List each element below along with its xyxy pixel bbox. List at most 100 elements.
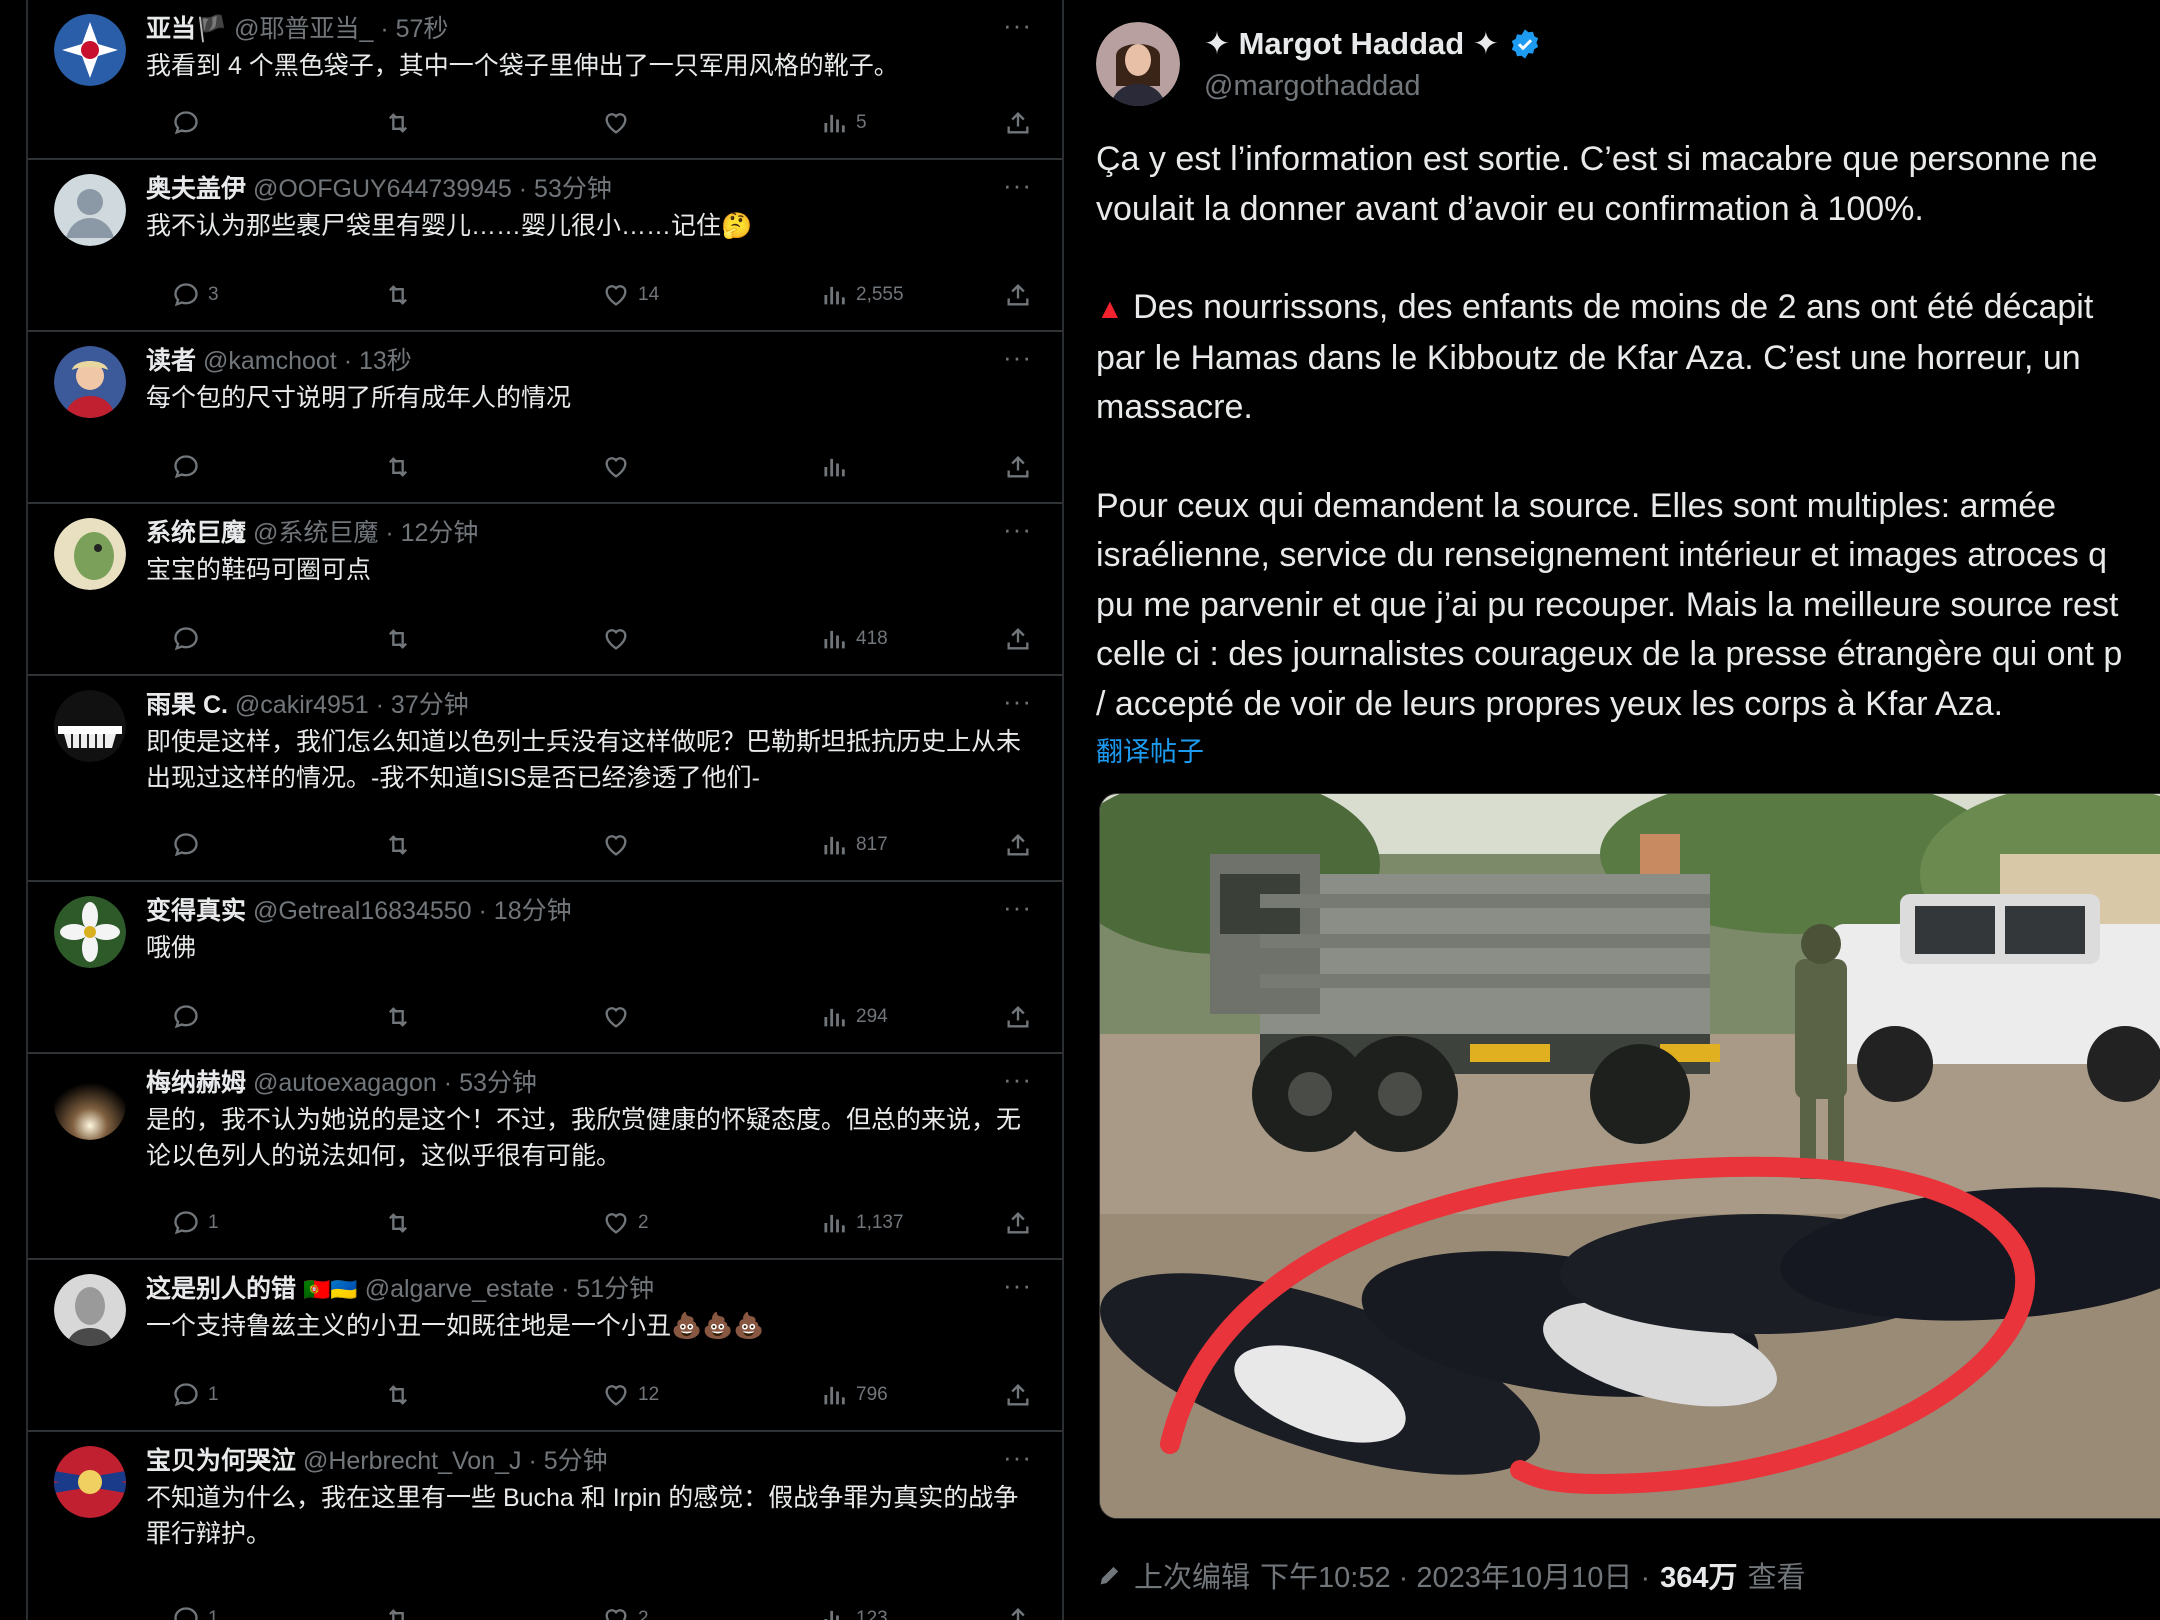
more-icon[interactable]: ··· [1003, 892, 1032, 923]
more-icon[interactable]: ··· [1003, 1270, 1032, 1301]
display-name[interactable]: 梅纳赫姆 [146, 1069, 246, 1097]
retweet-button[interactable] [384, 278, 412, 312]
reply-item[interactable]: 变得真实 @Getreal16834550 · 18分钟 ··· 哦佛 294 [28, 882, 1062, 1054]
timestamp[interactable]: · 53分钟 [444, 1069, 537, 1097]
retweet-button[interactable] [384, 450, 412, 484]
more-icon[interactable]: ··· [1003, 342, 1032, 373]
display-name[interactable]: ✦ Margot Haddad ✦ [1204, 26, 1541, 62]
views-button[interactable]: 1,137 [820, 1206, 904, 1240]
handle[interactable]: @kamchoot [203, 347, 337, 375]
handle[interactable]: @系统巨魔 [253, 519, 378, 547]
views-button[interactable]: 123 [820, 1602, 888, 1620]
avatar[interactable] [54, 896, 126, 968]
more-icon[interactable]: ··· [1003, 1442, 1032, 1473]
views-button[interactable]: 294 [820, 1000, 888, 1034]
more-icon[interactable]: ··· [1003, 686, 1032, 717]
avatar[interactable] [54, 1446, 126, 1518]
retweet-button[interactable] [384, 1000, 412, 1034]
share-button[interactable] [1004, 828, 1032, 862]
retweet-button[interactable] [384, 828, 412, 862]
avatar[interactable] [54, 690, 126, 762]
views-button[interactable]: 796 [820, 1378, 888, 1412]
retweet-button[interactable] [384, 622, 412, 656]
display-name[interactable]: 宝贝为何哭泣 [146, 1447, 296, 1475]
timestamp[interactable]: · 37分钟 [376, 691, 469, 719]
avatar[interactable] [54, 14, 126, 86]
more-icon[interactable]: ··· [1003, 514, 1032, 545]
display-name[interactable]: 系统巨魔 [146, 519, 246, 547]
handle[interactable]: @OOFGUY644739945 [253, 175, 512, 203]
more-icon[interactable]: ··· [1003, 10, 1032, 41]
retweet-button[interactable] [384, 1378, 412, 1412]
reply-item[interactable]: 这是别人的错 🇵🇹🇺🇦 @algarve_estate · 51分钟 ··· 一… [28, 1260, 1062, 1432]
reply-button[interactable] [172, 106, 208, 140]
avatar[interactable] [54, 346, 126, 418]
timestamp[interactable]: · 13秒 [344, 347, 412, 375]
reply-button[interactable]: 1 [172, 1206, 219, 1240]
display-name[interactable]: 变得真实 [146, 897, 246, 925]
translate-link[interactable]: 翻译帖子 [1096, 730, 1204, 769]
timestamp[interactable]: · 53分钟 [519, 175, 612, 203]
like-button[interactable]: 12 [602, 1378, 659, 1412]
share-button[interactable] [1004, 622, 1032, 656]
views-button[interactable]: 817 [820, 828, 888, 862]
post-image[interactable] [1099, 793, 2160, 1519]
like-button[interactable] [602, 106, 638, 140]
views-button[interactable] [820, 450, 856, 484]
handle[interactable]: @algarve_estate [365, 1275, 554, 1303]
avatar[interactable] [54, 518, 126, 590]
handle[interactable]: @cakir4951 [235, 691, 369, 719]
reply-item[interactable]: 雨果 C. @cakir4951 · 37分钟 ··· 即使是这样，我们怎么知道… [28, 676, 1062, 882]
handle[interactable]: @Herbrecht_Von_J [303, 1447, 522, 1475]
retweet-button[interactable] [384, 1206, 412, 1240]
display-name[interactable]: 这是别人的错 [146, 1275, 296, 1303]
like-button[interactable] [602, 450, 638, 484]
more-icon[interactable]: ··· [1003, 170, 1032, 201]
display-name[interactable]: 读者 [146, 347, 196, 375]
reply-button[interactable]: 3 [172, 278, 219, 312]
like-button[interactable]: 2 [602, 1602, 649, 1620]
reply-item[interactable]: 读者 @kamchoot · 13秒 ··· 每个包的尺寸说明了所有成年人的情况 [28, 332, 1062, 504]
share-button[interactable] [1004, 1000, 1032, 1034]
edit-label[interactable]: 上次编辑 [1134, 1554, 1250, 1596]
reply-item[interactable]: 宝贝为何哭泣 @Herbrecht_Von_J · 5分钟 ··· 不知道为什么… [28, 1432, 1062, 1620]
display-name[interactable]: 雨果 C. [146, 691, 228, 719]
share-button[interactable] [1004, 106, 1032, 140]
timestamp[interactable]: · 51分钟 [561, 1275, 654, 1303]
post-timestamp[interactable]: 下午10:52 · 2023年10月10日 · [1260, 1554, 1650, 1596]
avatar[interactable] [1096, 22, 1180, 106]
timestamp[interactable]: · 57秒 [380, 15, 448, 43]
like-button[interactable] [602, 1000, 638, 1034]
reply-button[interactable] [172, 828, 208, 862]
reply-item[interactable]: 梅纳赫姆 @autoexagagon · 53分钟 ··· 是的，我不认为她说的… [28, 1054, 1062, 1260]
timestamp[interactable]: · 18分钟 [479, 897, 572, 925]
share-button[interactable] [1004, 278, 1032, 312]
handle[interactable]: @autoexagagon [253, 1069, 437, 1097]
timestamp[interactable]: · 12分钟 [385, 519, 478, 547]
reply-button[interactable] [172, 622, 208, 656]
retweet-button[interactable] [384, 1602, 412, 1620]
avatar[interactable] [54, 1274, 126, 1346]
handle[interactable]: @耶普亚当_ [234, 15, 373, 43]
reply-button[interactable]: 1 [172, 1378, 219, 1412]
retweet-button[interactable] [384, 106, 412, 140]
reply-button[interactable] [172, 450, 208, 484]
share-button[interactable] [1004, 1602, 1032, 1620]
timestamp[interactable]: · 5分钟 [528, 1447, 607, 1475]
like-button[interactable] [602, 828, 638, 862]
share-button[interactable] [1004, 450, 1032, 484]
share-button[interactable] [1004, 1206, 1032, 1240]
handle[interactable]: @Getreal16834550 [253, 897, 472, 925]
reply-button[interactable]: 1 [172, 1602, 219, 1620]
avatar[interactable] [54, 174, 126, 246]
views-button[interactable]: 418 [820, 622, 888, 656]
display-name[interactable]: 奥夫盖伊 [146, 175, 246, 203]
reply-item[interactable]: 奥夫盖伊 @OOFGUY644739945 · 53分钟 ··· 我不认为那些裹… [28, 160, 1062, 332]
views-button[interactable]: 5 [820, 106, 867, 140]
more-icon[interactable]: ··· [1003, 1064, 1032, 1095]
like-button[interactable]: 2 [602, 1206, 649, 1240]
reply-item[interactable]: 亚当🏴 @耶普亚当_ · 57秒 ··· 我看到 4 个黑色袋子，其中一个袋子里… [28, 0, 1062, 160]
avatar[interactable] [54, 1068, 126, 1140]
like-button[interactable]: 14 [602, 278, 659, 312]
like-button[interactable] [602, 622, 638, 656]
